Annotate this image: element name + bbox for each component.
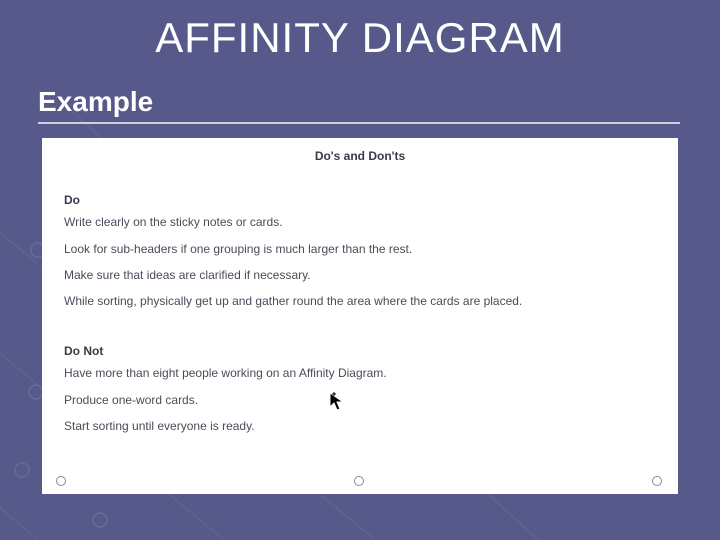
content-panel: Do's and Don'ts Do Write clearly on the … bbox=[42, 138, 678, 494]
do-item: Look for sub-headers if one grouping is … bbox=[64, 241, 656, 257]
slide-title: AFFINITY DIAGRAM bbox=[0, 14, 720, 62]
decorative-dot bbox=[354, 476, 364, 486]
decorative-dot bbox=[56, 476, 66, 486]
decorative-dot bbox=[652, 476, 662, 486]
title-underline bbox=[38, 122, 680, 124]
panel-heading: Do's and Don'ts bbox=[64, 148, 656, 164]
slide: AFFINITY DIAGRAM Example Do's and Don'ts… bbox=[0, 0, 720, 540]
do-item: While sorting, physically get up and gat… bbox=[64, 293, 656, 309]
dont-section-heading: Do Not bbox=[64, 343, 656, 359]
do-section-heading: Do bbox=[64, 192, 656, 208]
dont-item: Start sorting until everyone is ready. bbox=[64, 418, 656, 434]
dont-item: Have more than eight people working on a… bbox=[64, 365, 656, 381]
slide-subtitle: Example bbox=[38, 86, 153, 118]
dont-item: Produce one-word cards. bbox=[64, 392, 656, 408]
do-item: Make sure that ideas are clarified if ne… bbox=[64, 267, 656, 283]
do-item: Write clearly on the sticky notes or car… bbox=[64, 214, 656, 230]
